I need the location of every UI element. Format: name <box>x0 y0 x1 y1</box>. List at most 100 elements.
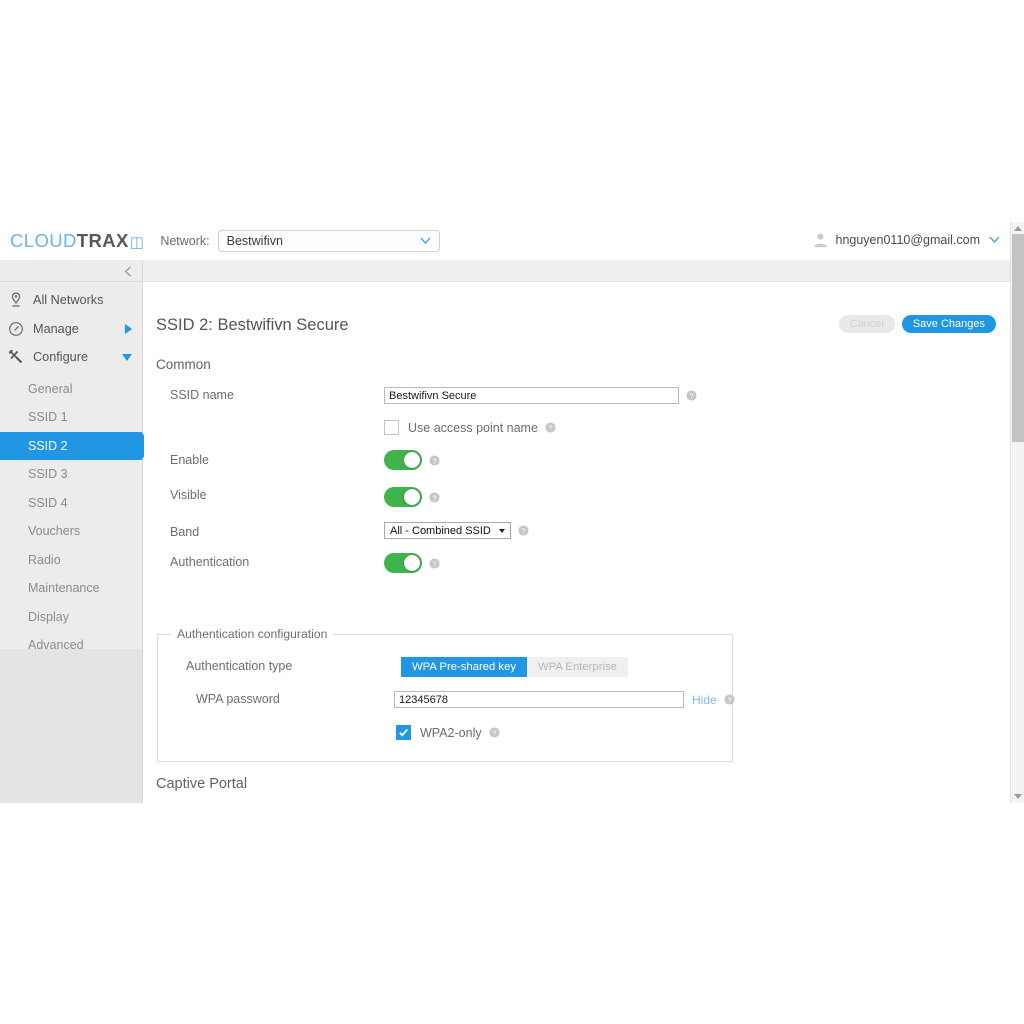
help-tooltip-icon[interactable]: ? <box>429 492 440 503</box>
triangle-down-icon <box>122 354 132 361</box>
sidebar-item-ssid-4[interactable]: SSID 4 <box>0 489 142 518</box>
svg-text:?: ? <box>548 423 552 432</box>
visible-row-label: Visible <box>170 488 207 502</box>
gauge-icon <box>8 321 24 337</box>
sidebar-item-maintenance[interactable]: Maintenance <box>0 574 142 603</box>
ssid-name-field-group: Bestwifivn Secure ? <box>384 387 697 404</box>
sidebar-item-label: General <box>28 382 72 396</box>
sidebar-item-manage[interactable]: Manage <box>0 315 142 344</box>
sidebar-primary-list: All Networks Manage Configure <box>0 282 142 372</box>
wpa-password-row-label: WPA password <box>196 692 280 706</box>
chevron-down-icon <box>420 237 431 244</box>
ssid-name-input[interactable]: Bestwifivn Secure <box>384 387 679 404</box>
authentication-control-group: ? <box>384 553 440 573</box>
wrench-icon <box>8 349 24 365</box>
auth-type-row-label: Authentication type <box>186 659 292 673</box>
authentication-configuration-fieldset: Authentication configuration Authenticat… <box>157 634 733 762</box>
help-tooltip-icon[interactable]: ? <box>686 390 697 401</box>
top-bar: CLOUDTRAX◫ Network: Bestwifivn hnguyen01… <box>0 222 1024 261</box>
user-menu[interactable]: hnguyen0110@gmail.com <box>812 231 1001 248</box>
enable-toggle[interactable] <box>384 450 422 470</box>
sidebar-item-general[interactable]: General <box>0 375 142 404</box>
ssid-name-row: SSID name <box>170 388 234 402</box>
sidebar-item-label: SSID 3 <box>28 467 68 481</box>
enable-row-label: Enable <box>170 453 209 467</box>
band-select[interactable]: All - Combined SSID <box>384 522 511 539</box>
sidebar-item-configure[interactable]: Configure <box>0 343 142 372</box>
svg-text:?: ? <box>492 728 496 737</box>
save-changes-button[interactable]: Save Changes <box>902 315 996 333</box>
pin-icon <box>8 292 24 308</box>
use-access-point-name-checkbox[interactable] <box>384 420 399 435</box>
sidebar-item-label: All Networks <box>33 293 104 307</box>
auth-type-option-wpa-enterprise[interactable]: WPA Enterprise <box>527 657 628 677</box>
content-top-strip <box>143 260 1024 282</box>
svg-text:?: ? <box>727 695 731 704</box>
sidebar-item-radio[interactable]: Radio <box>0 546 142 575</box>
enable-control-group: ? <box>384 450 440 470</box>
main-content: SSID 2: Bestwifivn Secure Cancel Save Ch… <box>144 282 1010 803</box>
svg-text:?: ? <box>689 391 693 400</box>
sidebar-item-label: Radio <box>28 553 61 567</box>
check-icon <box>398 727 409 738</box>
wpa-password-field-group: 12345678 Hide ? <box>394 691 735 708</box>
help-tooltip-icon[interactable]: ? <box>429 558 440 569</box>
sidebar-item-label: SSID 4 <box>28 496 68 510</box>
sidebar-item-ssid-1[interactable]: SSID 1 <box>0 403 142 432</box>
band-label: Band <box>170 525 199 539</box>
sidebar-collapse-bar[interactable] <box>0 260 143 282</box>
logo-cloud-text: CLOUD <box>10 230 77 252</box>
network-label: Network: <box>160 234 209 248</box>
scrollbar-thumb[interactable] <box>1012 234 1024 442</box>
sidebar-item-label: Advanced <box>28 638 84 652</box>
sidebar-item-ssid-2[interactable]: SSID 2 <box>0 432 142 461</box>
sidebar-item-advanced[interactable]: Advanced <box>0 631 142 660</box>
svg-text:?: ? <box>432 559 436 568</box>
sidebar-item-display[interactable]: Display <box>0 603 142 632</box>
help-tooltip-icon[interactable]: ? <box>429 455 440 466</box>
authentication-row-label: Authentication <box>170 555 249 569</box>
toggle-knob <box>404 555 420 571</box>
visible-control-group: ? <box>384 487 440 507</box>
scroll-up-arrow[interactable] <box>1014 226 1022 231</box>
vertical-scrollbar[interactable] <box>1010 222 1024 803</box>
help-tooltip-icon[interactable]: ? <box>489 727 500 738</box>
sidebar-sub-list: General SSID 1 SSID 2 SSID 3 SSID 4 Vouc… <box>0 372 142 660</box>
wpa2-only-row: WPA2-only ? <box>396 725 500 740</box>
help-tooltip-icon[interactable]: ? <box>518 525 529 536</box>
band-row-label: Band <box>170 525 199 539</box>
help-tooltip-icon[interactable]: ? <box>545 422 556 433</box>
authentication-toggle[interactable] <box>384 553 422 573</box>
sidebar-item-label: SSID 1 <box>28 410 68 424</box>
page-title: SSID 2: Bestwifivn Secure <box>156 316 349 335</box>
avatar-icon <box>812 231 829 248</box>
sidebar-item-ssid-3[interactable]: SSID 3 <box>0 460 142 489</box>
network-select[interactable]: Bestwifivn <box>218 230 440 252</box>
wpa2-only-label: WPA2-only <box>420 726 482 740</box>
cloudtrax-logo[interactable]: CLOUDTRAX◫ <box>10 230 144 252</box>
auth-type-label: Authentication type <box>186 659 292 673</box>
band-select-value: All - Combined SSID <box>390 525 491 537</box>
sidebar-item-vouchers[interactable]: Vouchers <box>0 517 142 546</box>
sidebar-item-all-networks[interactable]: All Networks <box>0 286 142 315</box>
user-email-label: hnguyen0110@gmail.com <box>836 233 981 247</box>
network-select-value: Bestwifivn <box>227 234 283 248</box>
wpa2-only-checkbox[interactable] <box>396 725 411 740</box>
help-tooltip-icon[interactable]: ? <box>724 694 735 705</box>
visible-label: Visible <box>170 488 207 502</box>
captive-portal-heading: Captive Portal <box>156 776 247 792</box>
visible-toggle[interactable] <box>384 487 422 507</box>
use-ap-name-row: Use access point name ? <box>384 420 556 435</box>
common-section-heading: Common <box>156 357 211 372</box>
hide-password-link[interactable]: Hide <box>692 693 717 707</box>
auth-type-segmented-control: WPA Pre-shared key WPA Enterprise <box>401 657 628 677</box>
scroll-down-arrow[interactable] <box>1014 794 1022 799</box>
wpa-password-input[interactable]: 12345678 <box>394 691 684 708</box>
sidebar: All Networks Manage Configure <box>0 282 143 803</box>
sidebar-item-label: Vouchers <box>28 524 80 538</box>
authentication-label: Authentication <box>170 555 249 569</box>
sidebar-filler <box>0 649 142 803</box>
auth-type-option-wpa-psk[interactable]: WPA Pre-shared key <box>401 657 527 677</box>
svg-text:?: ? <box>521 526 525 535</box>
cancel-button[interactable]: Cancel <box>839 315 895 333</box>
